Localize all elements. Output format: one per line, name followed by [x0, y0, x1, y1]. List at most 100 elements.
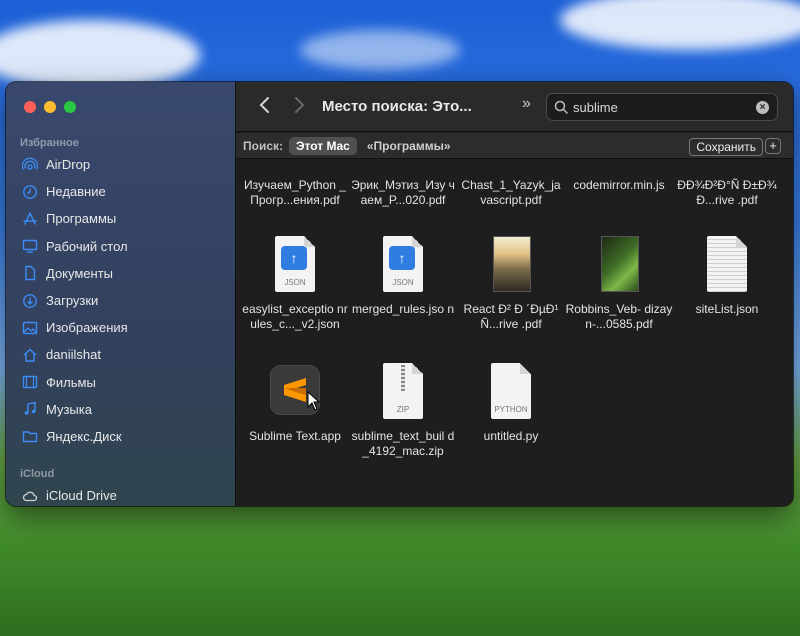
desktop-cloud — [560, 0, 800, 50]
file-item[interactable]: React Ð² Ð ´ÐµÐ¹Ñ...rive .pdf — [457, 236, 565, 332]
file-item[interactable]: Изучаем_Python _Прогр...ения.pdf — [241, 178, 349, 208]
maximize-window-button[interactable] — [64, 101, 76, 113]
main-pane: Место поиска: Это... » sublime × Поиск: … — [236, 82, 793, 506]
search-input[interactable]: sublime — [573, 100, 618, 115]
search-field[interactable]: sublime × — [546, 93, 778, 121]
document-icon — [22, 265, 38, 281]
clock-icon — [22, 184, 38, 200]
python-file-icon: PYTHON — [483, 363, 539, 423]
cloud-icon — [22, 488, 38, 504]
sidebar: Избранное AirDrop Недавние Программы Раб… — [6, 82, 236, 506]
chevron-right-icon — [293, 97, 305, 119]
airdrop-icon — [22, 157, 38, 173]
file-name: Изучаем_Python _Прогр...ения.pdf — [244, 178, 346, 207]
mouse-cursor-icon — [307, 391, 321, 411]
sidebar-item-label: Музыка — [46, 401, 92, 417]
sidebar-item-home[interactable]: daniilshat — [16, 341, 228, 368]
photo-icon — [22, 320, 38, 336]
sidebar-item-label: Документы — [46, 265, 114, 281]
home-icon — [22, 347, 38, 363]
sidebar-item-label: Рабочий стол — [46, 238, 128, 254]
sidebar-item-downloads[interactable]: Загрузки — [16, 287, 228, 314]
toolbar-overflow-button[interactable]: » — [522, 95, 531, 113]
file-item[interactable]: PYTHON untitled.py — [457, 363, 565, 444]
sidebar-item-movies[interactable]: Фильмы — [16, 369, 228, 396]
favorites-list: AirDrop Недавние Программы Рабочий стол … — [16, 151, 228, 450]
sidebar-item-label: daniilshat — [46, 347, 101, 363]
sidebar-item-documents[interactable]: Документы — [16, 260, 228, 287]
file-item[interactable]: Эрик_Мэтиз_Изу чаем_P...020.pdf — [349, 178, 457, 208]
file-item[interactable]: ↑ JSON easylist_exceptio nrules_c..._v2.j… — [241, 236, 349, 332]
clear-search-icon[interactable]: × — [756, 101, 769, 114]
back-button[interactable] — [254, 96, 276, 118]
results-grid: Изучаем_Python _Прогр...ения.pdf Эрик_Мэ… — [236, 160, 793, 506]
desktop-cloud — [300, 30, 460, 70]
sidebar-item-applications[interactable]: Программы — [16, 205, 228, 232]
add-criteria-button[interactable]: + — [765, 138, 781, 154]
sidebar-item-pictures[interactable]: Изображения — [16, 314, 228, 341]
window-title: Место поиска: Это... — [322, 98, 472, 115]
zip-file-icon: ZIP — [375, 363, 431, 423]
icloud-heading: iCloud — [20, 468, 55, 480]
file-name: siteList.json — [695, 302, 759, 316]
sidebar-item-icloud-drive[interactable]: iCloud Drive — [16, 482, 228, 506]
scope-label: Поиск: — [243, 138, 284, 153]
file-item[interactable]: ÐÐ¾Ð²Ð°Ñ Ð±Ð¾Ð...rive .pdf — [673, 178, 781, 208]
icloud-list: iCloud Drive — [16, 482, 228, 506]
pdf-thumbnail-icon — [483, 236, 539, 296]
file-item[interactable]: siteList.json — [673, 236, 781, 317]
minimize-window-button[interactable] — [44, 101, 56, 113]
sidebar-item-label: Изображения — [46, 320, 128, 336]
sidebar-item-label: Яндекс.Диск — [46, 428, 122, 444]
file-item[interactable]: ↑ JSON merged_rules.jso n — [349, 236, 457, 317]
sidebar-item-airdrop[interactable]: AirDrop — [16, 151, 228, 178]
file-name: codemirror.min.js — [573, 178, 665, 192]
file-name: Chast_1_Yazyk_ja vascript.pdf — [461, 178, 561, 207]
download-icon — [22, 293, 38, 309]
save-search-button[interactable]: Сохранить — [689, 138, 763, 156]
file-name: easylist_exceptio nrules_c..._v2.json — [242, 302, 348, 331]
file-item[interactable]: Sublime Text.app — [241, 363, 349, 444]
file-name: sublime_text_buil d_4192_mac.zip — [351, 429, 455, 458]
film-icon — [22, 374, 38, 390]
search-scope-bar: Поиск: Этот Mac «Программы» Сохранить + — [236, 133, 793, 159]
sidebar-item-desktop[interactable]: Рабочий стол — [16, 233, 228, 260]
desktop-icon — [22, 238, 38, 254]
file-item[interactable]: ZIP sublime_text_buil d_4192_mac.zip — [349, 363, 457, 459]
apps-icon — [22, 211, 38, 227]
chevron-left-icon — [259, 97, 271, 119]
file-item[interactable]: codemirror.min.js — [565, 178, 673, 193]
scope-applications-button[interactable]: «Программы» — [363, 137, 455, 155]
sidebar-item-label: iCloud Drive — [46, 488, 117, 504]
favorites-heading: Избранное — [20, 137, 79, 149]
desktop-cloud — [0, 20, 200, 90]
file-name: Эрик_Мэтиз_Изу чаем_P...020.pdf — [351, 178, 455, 207]
file-name: Sublime Text.app — [249, 429, 341, 443]
sidebar-item-yandex-disk[interactable]: Яндекс.Диск — [16, 423, 228, 450]
music-icon — [22, 401, 38, 417]
close-window-button[interactable] — [24, 101, 36, 113]
finder-window: Избранное AirDrop Недавние Программы Раб… — [6, 82, 793, 506]
folder-icon — [22, 428, 38, 444]
sidebar-item-label: Фильмы — [46, 374, 96, 390]
file-name: ÐÐ¾Ð²Ð°Ñ Ð±Ð¾Ð...rive .pdf — [677, 178, 777, 207]
sidebar-item-music[interactable]: Музыка — [16, 396, 228, 423]
file-item[interactable]: Robbins_Veb- dizayn-...0585.pdf — [565, 236, 673, 332]
forward-button[interactable] — [288, 96, 310, 118]
text-file-icon — [699, 236, 755, 296]
file-name: untitled.py — [483, 429, 539, 443]
file-name: React Ð² Ð ´ÐµÐ¹Ñ...rive .pdf — [463, 302, 559, 331]
scope-this-mac-button[interactable]: Этот Mac — [289, 136, 357, 155]
sidebar-item-label: AirDrop — [46, 157, 91, 173]
file-name: merged_rules.jso n — [351, 302, 455, 316]
sidebar-item-label: Программы — [46, 211, 117, 227]
sidebar-item-label: Загрузки — [46, 293, 99, 309]
file-item[interactable]: Chast_1_Yazyk_ja vascript.pdf — [457, 178, 565, 208]
sidebar-item-label: Недавние — [46, 184, 106, 200]
window-controls — [24, 101, 76, 113]
json-file-icon: ↑ JSON — [267, 236, 323, 296]
sidebar-item-recents[interactable]: Недавние — [16, 178, 228, 205]
file-name: Robbins_Veb- dizayn-...0585.pdf — [565, 302, 673, 331]
pdf-thumbnail-icon — [591, 236, 647, 296]
json-file-icon: ↑ JSON — [375, 236, 431, 296]
